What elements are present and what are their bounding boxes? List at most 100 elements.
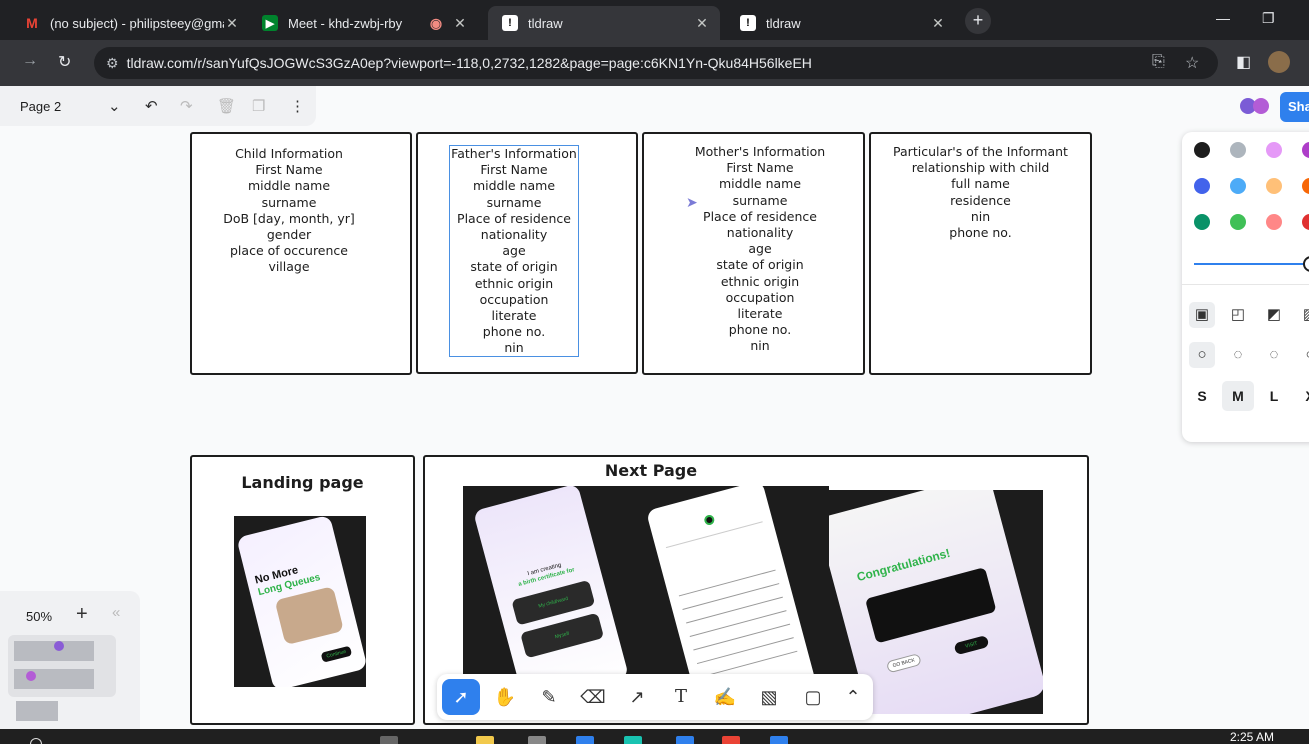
size-l-button[interactable]: L — [1258, 381, 1290, 411]
trash-icon[interactable]: 🗑 — [217, 97, 236, 115]
minimap[interactable] — [8, 635, 116, 697]
baby-photo — [274, 586, 344, 646]
father-info-list[interactable]: Father's Information First Name middle n… — [449, 146, 579, 357]
mother-info-frame[interactable]: Mother's Information First Name middle n… — [642, 132, 865, 375]
color-swatch-light-violet[interactable] — [1266, 142, 1282, 158]
chrome-icon[interactable] — [722, 736, 740, 744]
list-item: phone no. — [949, 225, 1012, 241]
close-tab-icon[interactable]: ✕ — [930, 15, 946, 32]
child-info-list[interactable]: Child Information First Name middle name… — [192, 146, 386, 276]
dash-draw-icon[interactable]: ○ — [1189, 342, 1215, 368]
color-swatch-light-blue[interactable] — [1230, 178, 1246, 194]
dash-dashed-icon[interactable]: ◌ — [1225, 342, 1251, 368]
zoom-in-icon[interactable]: + — [76, 603, 88, 626]
mother-info-list[interactable]: Mother's Information First Name middle n… — [669, 144, 851, 355]
new-tab-button[interactable]: + — [965, 8, 991, 34]
rectangle-tool-icon[interactable]: ▢ — [794, 679, 832, 715]
taskbar-app-icon[interactable] — [576, 736, 594, 744]
arrow-tool-icon[interactable]: ↗ — [618, 679, 656, 715]
tab-tldraw-active[interactable]: ! tldraw ✕ — [488, 6, 720, 40]
landing-phone-image[interactable]: No More Long Queues Continue — [234, 516, 366, 687]
site-settings-icon[interactable]: ⚙ — [106, 55, 119, 72]
more-tools-icon[interactable]: ⌃ — [834, 679, 872, 715]
tab-tldraw[interactable]: ! tldraw ✕ — [726, 6, 956, 40]
next-phone-2-image[interactable] — [639, 486, 829, 686]
reload-icon[interactable]: ↻ — [58, 52, 71, 72]
minimize-icon[interactable]: — — [1216, 10, 1230, 26]
size-m-button[interactable]: M — [1222, 381, 1254, 411]
color-swatch-light-red[interactable] — [1266, 214, 1282, 230]
install-app-icon[interactable]: ⎘ — [1152, 53, 1165, 71]
fill-semi-icon[interactable]: ◰ — [1225, 302, 1251, 328]
media-tool-icon[interactable]: ▧ — [750, 679, 788, 715]
text-tool-icon[interactable]: T — [662, 679, 700, 715]
list-item: phone no. — [482, 324, 546, 340]
tldraw-canvas[interactable]: Page 2 ⌄ ↶ ↷ 🗑 ❐ ⋮ Child Information Fir… — [0, 86, 1309, 729]
taskbar-app-icon[interactable] — [380, 736, 398, 744]
informant-info-frame[interactable]: Particular's of the Informant relationsh… — [869, 132, 1092, 375]
redo-icon[interactable]: ↷ — [180, 97, 193, 115]
eraser-tool-icon[interactable]: ⌫ — [574, 679, 612, 715]
maximize-icon[interactable]: ❐ — [1262, 10, 1275, 27]
list-item: Mother's Information — [694, 144, 826, 159]
edge-icon[interactable] — [624, 736, 642, 744]
close-tab-icon[interactable]: ✕ — [224, 15, 240, 32]
fill-none-icon[interactable]: ▣ — [1189, 302, 1215, 328]
next-phone-1-image[interactable]: I am creating a birth certificate for My… — [463, 486, 639, 686]
opacity-slider-thumb[interactable] — [1303, 256, 1309, 272]
informant-info-list[interactable]: Particular's of the Informant relationsh… — [873, 144, 1088, 241]
taskbar-app-icon[interactable] — [770, 736, 788, 744]
frame-title: Landing page — [241, 473, 364, 492]
landing-page-frame[interactable]: Landing page No More Long Queues Continu… — [190, 455, 415, 725]
search-icon[interactable] — [30, 738, 42, 744]
color-swatch-red[interactable] — [1302, 214, 1309, 230]
folder-icon[interactable] — [476, 736, 494, 744]
color-swatch-grey[interactable] — [1230, 142, 1246, 158]
note-tool-icon[interactable]: ✍ — [706, 679, 744, 715]
close-tab-icon[interactable]: ✕ — [694, 15, 710, 32]
father-info-frame[interactable]: Father's Information First Name middle n… — [416, 132, 638, 374]
color-swatch-green[interactable] — [1194, 214, 1210, 230]
opacity-slider-track[interactable] — [1194, 263, 1309, 265]
size-s-button[interactable]: S — [1186, 381, 1218, 411]
fill-pattern-icon[interactable]: ▨ — [1297, 302, 1309, 328]
taskbar-clock[interactable]: 2:25 AM — [1230, 730, 1274, 744]
taskbar-app-icon[interactable] — [528, 736, 546, 744]
color-swatch-black[interactable] — [1194, 142, 1210, 158]
close-tab-icon[interactable]: ✕ — [452, 15, 468, 32]
hand-tool-icon[interactable]: ✋ — [486, 679, 524, 715]
list-item: middle name — [247, 178, 331, 194]
undo-icon[interactable]: ↶ — [145, 97, 158, 115]
tab-meet[interactable]: ▶ Meet - khd-zwbj-rby ◉ ✕ — [248, 6, 478, 40]
chevron-down-icon[interactable]: ⌄ — [108, 97, 121, 115]
bookmark-star-icon[interactable]: ☆ — [1185, 53, 1199, 73]
list-item: literate — [737, 306, 783, 322]
duplicate-icon[interactable]: ❐ — [252, 97, 265, 115]
child-info-frame[interactable]: Child Information First Name middle name… — [190, 132, 412, 375]
size-xl-button[interactable]: X — [1294, 381, 1309, 411]
color-swatch-orange[interactable] — [1302, 178, 1309, 194]
address-bar[interactable]: ⚙ tldraw.com/r/sanYufQsJOGWcS3GzA0ep?vie… — [94, 47, 1218, 79]
more-menu-icon[interactable]: ⋮ — [290, 97, 305, 115]
vscode-icon[interactable] — [676, 736, 694, 744]
forward-icon[interactable]: → — [22, 52, 38, 70]
select-tool-icon[interactable]: ➚ — [442, 679, 480, 715]
collapse-minimap-icon[interactable]: « — [112, 604, 120, 621]
color-swatch-violet[interactable] — [1302, 142, 1309, 158]
page-name[interactable]: Page 2 — [20, 99, 100, 114]
color-swatch-light-green[interactable] — [1230, 214, 1246, 230]
collaborator-avatar[interactable] — [1253, 98, 1269, 114]
profile-avatar[interactable] — [1268, 51, 1290, 73]
tab-title: tldraw — [766, 15, 801, 31]
tab-gmail[interactable]: M (no subject) - philipsteey@gmail ✕ — [10, 6, 250, 40]
side-panel-icon[interactable]: ◧ — [1236, 52, 1251, 72]
draw-tool-icon[interactable]: ✎ — [530, 679, 568, 715]
color-swatch-blue[interactable] — [1194, 178, 1210, 194]
color-swatch-yellow[interactable] — [1266, 178, 1282, 194]
dash-solid-icon[interactable]: ○ — [1297, 342, 1309, 368]
dash-dotted-icon[interactable]: ◌ — [1261, 342, 1287, 368]
zoom-level[interactable]: 50% — [26, 609, 52, 624]
url-text[interactable]: tldraw.com/r/sanYufQsJOGWcS3GzA0ep?viewp… — [127, 55, 812, 71]
share-button[interactable]: Sha — [1280, 92, 1309, 122]
fill-solid-icon[interactable]: ◩ — [1261, 302, 1287, 328]
